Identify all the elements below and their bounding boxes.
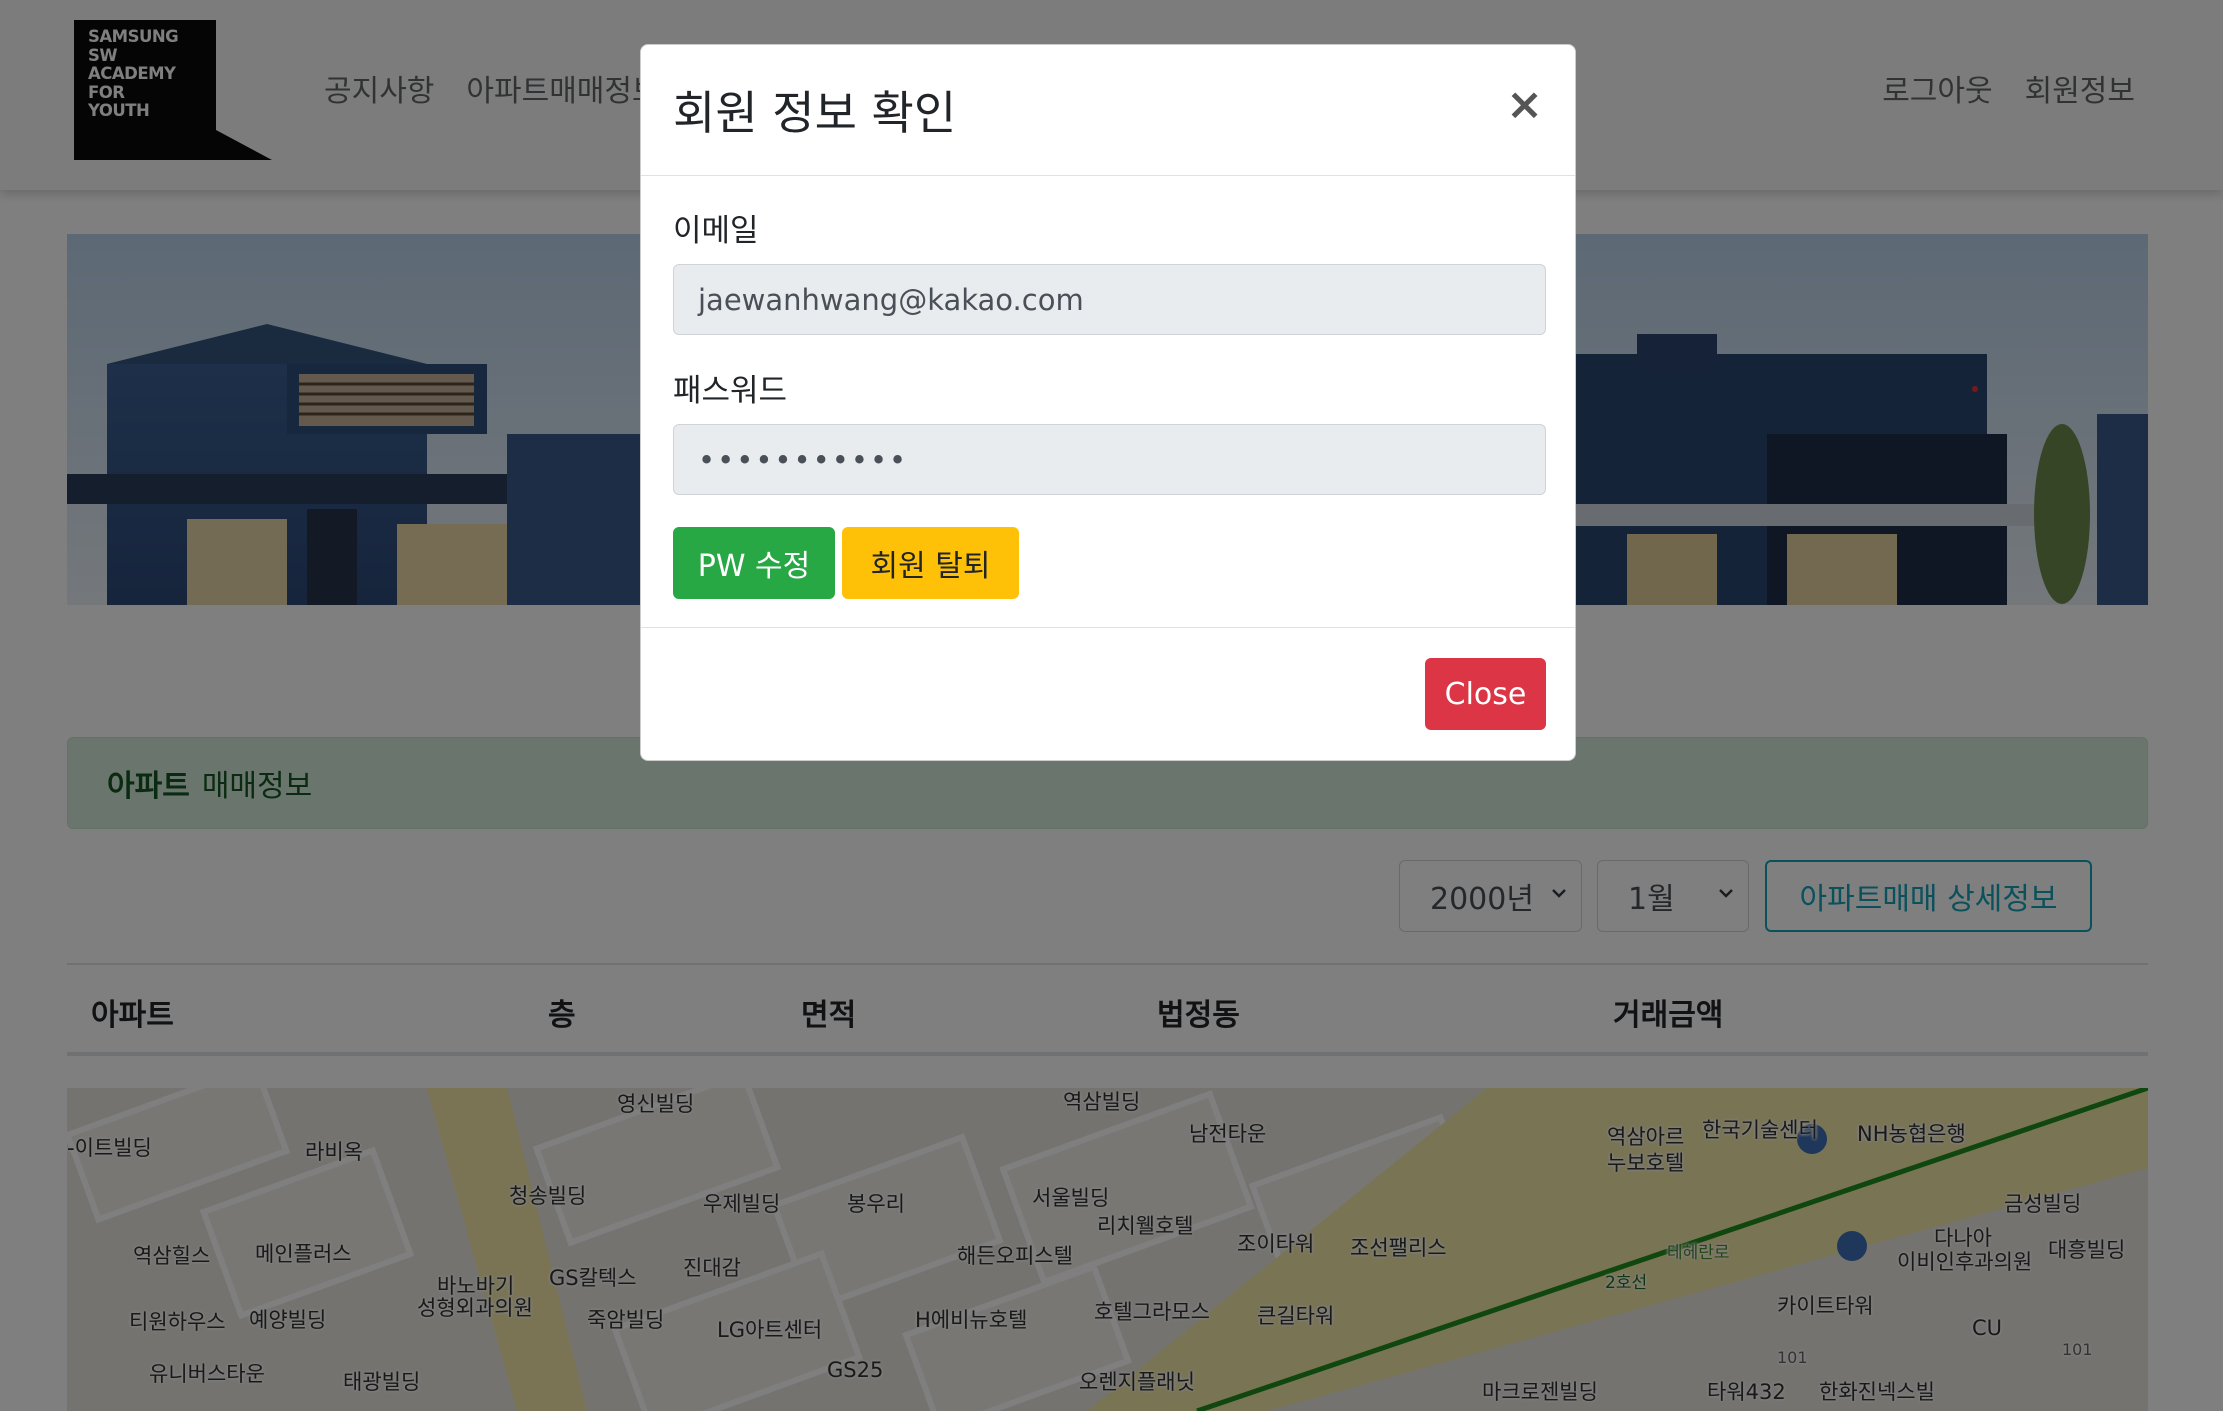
withdraw-button[interactable]: 회원 탈퇴 bbox=[842, 527, 1019, 599]
member-info-modal: 회원 정보 확인 × 이메일 jaewanhwang@kakao.com 패스워… bbox=[640, 44, 1576, 761]
password-label: 패스워드 bbox=[673, 373, 788, 409]
modal-header: 회원 정보 확인 × bbox=[641, 45, 1575, 176]
email-field[interactable]: jaewanhwang@kakao.com bbox=[673, 264, 1546, 335]
modal-title: 회원 정보 확인 bbox=[673, 86, 957, 140]
pw-change-button[interactable]: PW 수정 bbox=[673, 527, 835, 599]
close-icon[interactable]: × bbox=[1506, 83, 1543, 127]
modal-footer: Close bbox=[641, 627, 1575, 760]
email-label: 이메일 bbox=[673, 213, 759, 249]
close-button[interactable]: Close bbox=[1425, 658, 1546, 730]
password-field[interactable]: ••••••••••• bbox=[673, 424, 1546, 495]
